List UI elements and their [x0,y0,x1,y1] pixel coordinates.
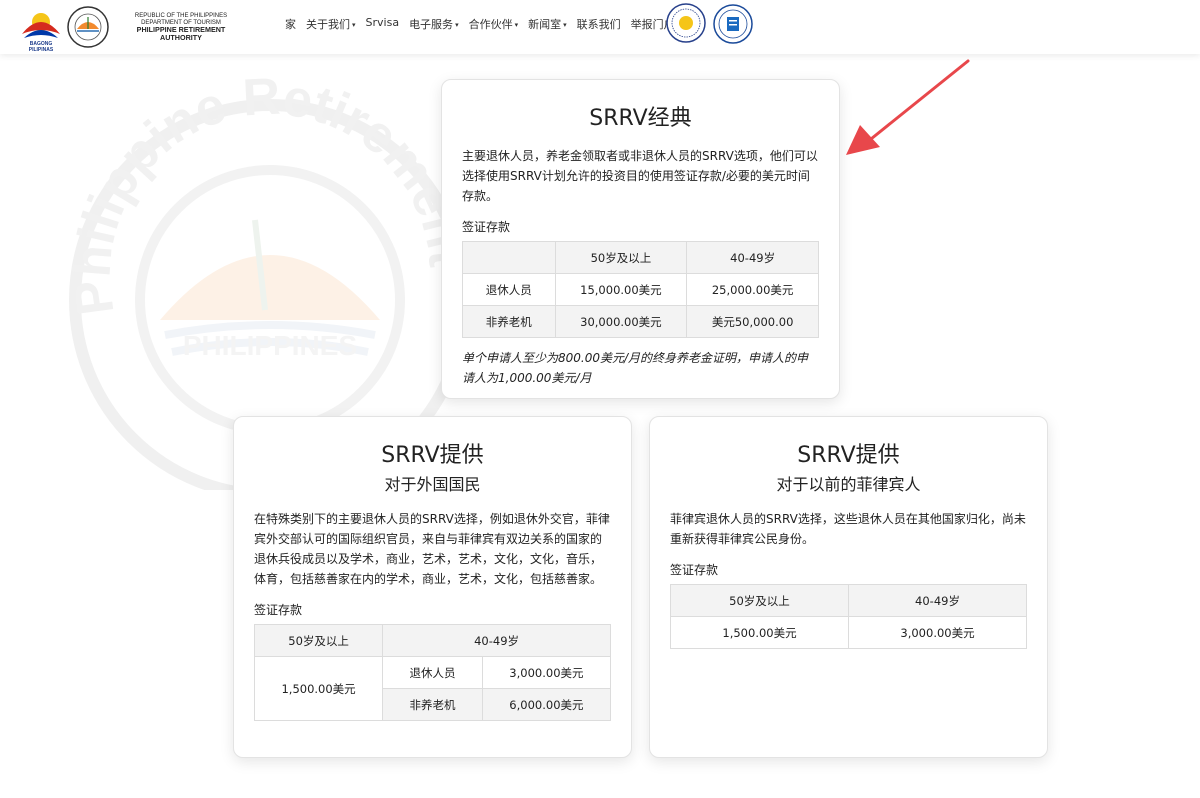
pension-requirement-note: 单个申请人至少为800.00美元/月的终身养老金证明，申请人的申请人为1,000… [462,351,809,385]
srrv-classic-card: SRRV经典 主要退休人员，养老金领取者或非退休人员的SRRV选项，他们可以选择… [441,79,840,399]
card-title: SRRV提供 [797,443,900,468]
card-title: SRRV提供 [381,443,484,468]
bagong-pilipinas-text: BAGONG PILIPINAS [28,41,54,53]
nav-item-label: 家 [285,18,296,31]
table-header [462,241,556,274]
nav-item-label: 电子服务 [409,18,454,31]
nav-item-2[interactable]: Srvisa [361,16,405,32]
organization-name: REPUBLIC OF THE PHILIPPINES DEPARTMENT O… [115,13,247,42]
visa-deposit-table: 50岁及以上 40-49岁 1,500.00美元 3,000.00美元 [670,584,1027,649]
nav-item-1[interactable]: 关于我们 ▾ [301,16,361,32]
nav-item-label: 合作伙伴 [468,18,513,31]
table-header-row: 50岁及以上 40-49岁 [670,584,1027,617]
table-header: 50岁及以上 [554,241,688,274]
card-title: SRRV经典 [589,106,692,131]
main-nav: 家关于我们 ▾ Srvisa 电子服务 ▾ 合作伙伴 ▾ 新闻室 ▾ 联系我们 举报门户 [280,16,680,32]
table-cell: 退休人员 [382,656,483,689]
certification-seal-icon[interactable] [713,4,753,44]
table-header: 40-49岁 [848,584,1027,617]
pra-logo[interactable] [66,5,110,49]
org-line-authority: PHILIPPINE RETIREMENT AUTHORITY [136,25,226,43]
table-header-row: 50岁及以上 40-49岁 [253,624,611,657]
card-description: 菲律宾退休人员的SRRV选择，这些退休人员在其他国家归化，尚未重新获得菲律宾公民… [670,512,1026,546]
table-cell: 1,500.00美元 [253,656,384,721]
table-header: 40-49岁 [382,624,611,657]
table-cell: 美元50,000.00 [686,305,819,338]
table-row: 非养老机 30,000.00美元 美元50,000.00 [462,305,819,338]
table-header: 40-49岁 [686,241,819,274]
table-cell: 6,000.00美元 [481,688,612,721]
visa-deposit-label: 签证存款 [670,563,719,577]
table-cell: 3,000.00美元 [848,616,1027,649]
table-cell: 25,000.00美元 [686,273,819,306]
table-header: 50岁及以上 [253,624,384,657]
nav-item-label: 新闻室 [528,18,562,31]
nav-item-label: 关于我们 [306,18,350,31]
table-cell: 30,000.00美元 [554,305,688,338]
table-row: 1,500.00美元 3,000.00美元 [670,616,1027,649]
table-cell: 1,500.00美元 [670,616,849,649]
nav-item-3[interactable]: 电子服务 ▾ [404,16,464,32]
org-line-republic: REPUBLIC OF THE PHILIPPINES [134,13,228,19]
nav-item-5[interactable]: 新闻室 ▾ [523,16,572,32]
nav-item-0[interactable]: 家 [280,16,301,32]
annotation-arrow-icon [846,59,970,155]
government-seal-icon[interactable] [666,3,706,43]
table-row: 1,500.00美元 退休人员 3,000.00美元 [253,656,612,721]
nav-item-4[interactable]: 合作伙伴 ▾ [464,16,524,32]
nav-item-6[interactable]: 联系我们 [572,16,626,32]
table-cell: 3,000.00美元 [481,656,612,689]
srrv-foreign-nationals-card: SRRV提供 对于外国国民 在特殊类别下的主要退休人员的SRRV选择，例如退休外… [233,416,632,758]
table-cell: 非养老机 [382,688,483,721]
visa-deposit-label: 签证存款 [254,603,303,617]
site-header: BAGONG PILIPINAS REPUBLIC OF THE PHILIPP… [0,0,1200,54]
caret-down-icon: ▾ [455,21,459,29]
srrv-former-filipinos-card: SRRV提供 对于以前的菲律宾人 菲律宾退休人员的SRRV选择，这些退休人员在其… [649,416,1048,758]
caret-down-icon: ▾ [514,21,519,29]
card-subtitle: 对于外国国民 [384,475,481,494]
nav-item-label: Srvisa [365,16,400,29]
nav-item-label: 联系我们 [576,18,621,31]
table-cell: 退休人员 [462,273,556,306]
card-description: 在特殊类别下的主要退休人员的SRRV选择，例如退休外交官，菲律宾外交部认可的国际… [254,512,610,586]
table-header: 50岁及以上 [670,584,849,617]
table-cell: 15,000.00美元 [554,273,688,306]
table-cell: 非养老机 [462,305,556,338]
card-description: 主要退休人员，养老金领取者或非退休人员的SRRV选项，他们可以选择使用SRRV计… [462,149,818,203]
caret-down-icon: ▾ [352,21,356,29]
watermark-country-text: PHILIPPINES [183,330,357,361]
card-subtitle: 对于以前的菲律宾人 [776,475,921,494]
visa-deposit-table: 50岁及以上 40-49岁 1,500.00美元 退休人员 3,000.00美元… [253,624,612,721]
visa-deposit-table: 50岁及以上 40-49岁 退休人员 15,000.00美元 25,000.00… [462,241,819,338]
table-header-row: 50岁及以上 40-49岁 [462,241,819,274]
caret-down-icon: ▾ [563,21,567,29]
table-row: 退休人员 15,000.00美元 25,000.00美元 [462,273,819,306]
visa-deposit-label: 签证存款 [462,220,511,234]
